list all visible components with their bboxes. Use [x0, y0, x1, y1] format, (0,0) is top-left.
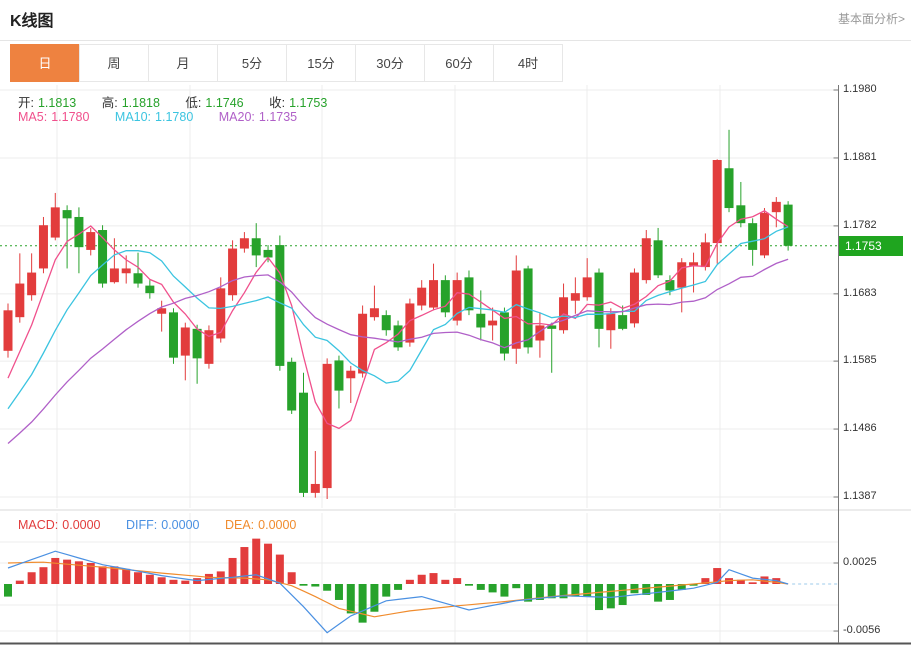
dea-value: 0.0000: [258, 518, 296, 532]
kline-page: K线图 基本面分析> 日周月5分15分30分60分4时 开: 1.1813 高: 1…: [0, 0, 911, 645]
macd-value: 0.0000: [62, 518, 100, 532]
tab-15分[interactable]: 15分: [286, 44, 356, 82]
ma-legend: MA5: 1.1780 MA10: 1.1780 MA20: 1.1735: [18, 110, 301, 124]
diff-value: 0.0000: [161, 518, 199, 532]
price-axis-label: 1.1782: [843, 219, 907, 231]
header-divider: [0, 40, 911, 41]
ma20-label: MA20:: [219, 110, 255, 124]
high-label: 高:: [102, 96, 118, 110]
ma10-value: 1.1780: [155, 110, 193, 124]
low-value: 1.1746: [205, 96, 243, 110]
close-label: 收:: [269, 96, 285, 110]
ma20-value: 1.1735: [259, 110, 297, 124]
timeframe-tabbar: 日周月5分15分30分60分4时: [10, 44, 563, 82]
tab-周[interactable]: 周: [79, 44, 149, 82]
macd-legend: MACD: 0.0000 DIFF: 0.0000 DEA: 0.0000: [18, 518, 300, 532]
price-axis-label: 1.1486: [843, 422, 907, 434]
tab-4时[interactable]: 4时: [493, 44, 563, 82]
ma5-line: [8, 211, 788, 429]
macd-histogram: [4, 539, 780, 623]
fundamental-analysis-link[interactable]: 基本面分析>: [838, 10, 905, 27]
ma5-label: MA5:: [18, 110, 47, 124]
macd-axis-label: 0.0025: [843, 556, 907, 568]
close-value: 1.1753: [289, 96, 327, 110]
price-axis-label: 1.1683: [843, 287, 907, 299]
price-axis-label: 1.1585: [843, 354, 907, 366]
tab-60分[interactable]: 60分: [424, 44, 494, 82]
dea-label: DEA:: [225, 518, 254, 532]
low-label: 低:: [185, 96, 201, 110]
macd-axis-label: -0.0056: [843, 624, 907, 636]
tab-30分[interactable]: 30分: [355, 44, 425, 82]
ma10-line: [8, 227, 788, 409]
high-value: 1.1818: [122, 96, 160, 110]
candles-group: [4, 130, 793, 499]
macd-label: MACD:: [18, 518, 58, 532]
ohlc-legend: 开: 1.1813 高: 1.1818 低: 1.1746 收: 1.1753: [18, 92, 331, 111]
open-label: 开:: [18, 96, 34, 110]
diff-label: DIFF:: [126, 518, 157, 532]
price-axis-label: 1.1881: [843, 151, 907, 163]
page-title: K线图: [10, 7, 54, 31]
current-price-badge: 1.1753: [839, 236, 903, 256]
tab-5分[interactable]: 5分: [217, 44, 287, 82]
ma10-label: MA10:: [115, 110, 151, 124]
open-value: 1.1813: [38, 96, 76, 110]
tab-日[interactable]: 日: [10, 44, 80, 82]
tab-月[interactable]: 月: [148, 44, 218, 82]
price-axis-label: 1.1980: [843, 83, 907, 95]
ma5-value: 1.1780: [51, 110, 89, 124]
price-axis-label: 1.1387: [843, 490, 907, 502]
